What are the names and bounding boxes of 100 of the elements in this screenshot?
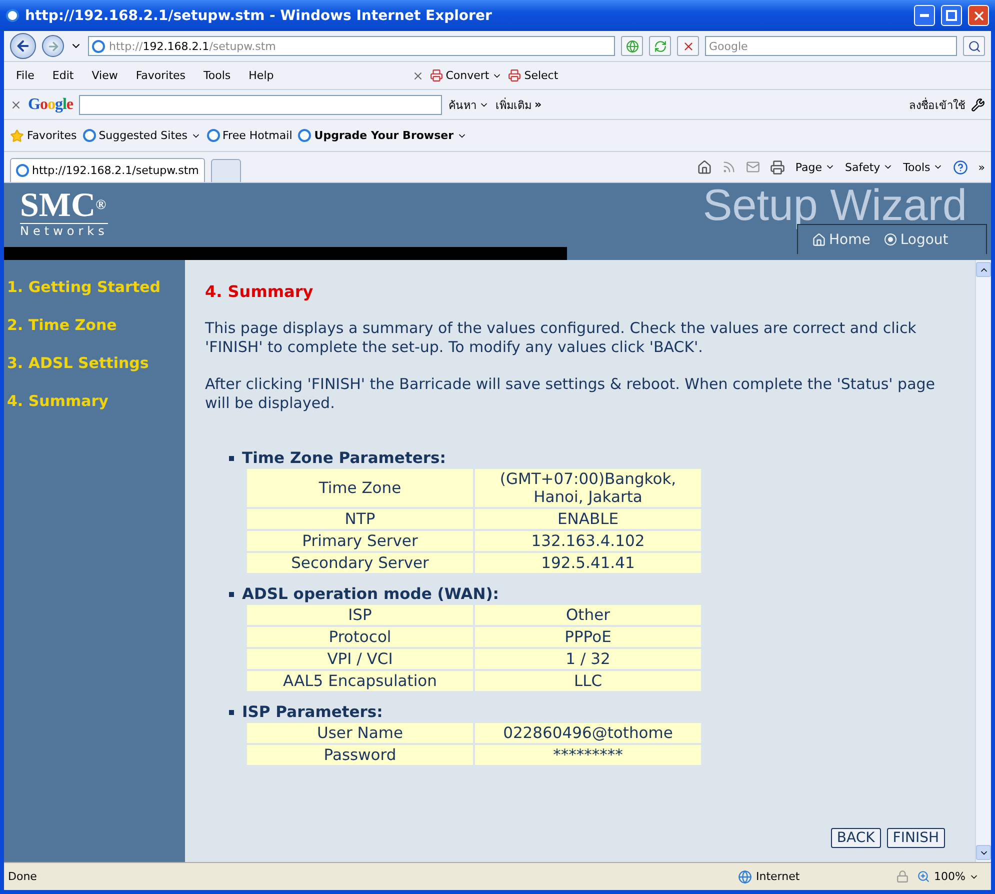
search-icon [968,40,980,52]
value-cell: 022860496@tothome [475,723,701,743]
search-field[interactable]: Google [705,36,957,56]
wizard-button[interactable]: FINISH [886,828,945,848]
value-cell: (GMT+07:00)Bangkok, Hanoi, Jakarta [475,469,701,507]
page-icon [16,164,29,177]
label-cell: Primary Server [247,531,473,551]
window-title: http://192.168.2.1/setupw.stm - Windows Internet Explorer [25,8,493,24]
print-icon[interactable] [770,160,786,174]
bullet-icon [229,710,234,714]
page-icon [82,129,96,142]
zoom-button[interactable]: 100% [917,870,987,883]
mail-icon[interactable] [746,160,760,174]
menu-item[interactable]: File [10,69,40,82]
page-icon [206,129,220,142]
page-icon [298,129,312,142]
toolbar-button[interactable]: Convert [430,69,502,82]
search-button[interactable]: ค้นหา [448,96,490,114]
value-cell: LLC [475,671,701,691]
more-button[interactable]: » [978,160,985,174]
compatibility-button[interactable] [621,36,643,56]
settings-icon[interactable] [971,98,985,112]
protected-mode-icon[interactable] [896,870,909,883]
address-field[interactable]: http://192.168.2.1/setupw.stm [88,36,615,56]
scroll-up-button[interactable] [976,262,991,277]
help-icon[interactable] [953,160,968,174]
bullet-icon [229,592,234,596]
nav-link[interactable]: Home [812,232,870,248]
favorite-link[interactable]: Free Hotmail [206,129,292,142]
maximize-icon [946,10,957,21]
value-cell: Other [475,605,701,625]
menu-item[interactable]: Edit [46,69,80,82]
zoom-icon [917,870,930,883]
back-button[interactable] [10,33,36,59]
label-cell: User Name [247,723,473,743]
label-cell: Secondary Server [247,553,473,573]
scrollbar[interactable] [975,260,991,862]
globe-icon [738,870,752,884]
google-logo: Google [28,96,74,114]
more-button[interactable]: เพิ่มเติม » [495,96,542,114]
zone-label: Internet [738,870,888,884]
favorites-button[interactable]: Favorites [10,128,77,142]
nav-link[interactable]: Logout [884,232,948,248]
forward-arrow-icon [46,40,60,52]
scroll-down-button[interactable] [976,845,991,860]
favorite-link[interactable]: Upgrade Your Browser [298,129,467,142]
value-cell: PPPoE [475,627,701,647]
favorite-link[interactable]: Suggested Sites [82,129,201,142]
command-menu[interactable]: Page [795,160,835,174]
bullet-icon [229,456,234,460]
close-button[interactable] [968,5,989,26]
section-title: ISP Parameters: [242,703,383,721]
status-text: Done [8,870,38,883]
wizard-button[interactable]: BACK [830,828,881,848]
banner-title: Setup Wizard [702,181,967,231]
label-cell: Time Zone [247,469,473,507]
value-cell: ********* [475,745,701,765]
menu-item[interactable]: Tools [198,69,237,82]
search-button[interactable] [963,36,985,56]
maximize-button[interactable] [941,5,962,26]
label-cell: NTP [247,509,473,529]
logout-icon [884,233,898,246]
forward-button[interactable] [42,35,64,57]
home-icon [812,232,826,246]
toolbar-button[interactable]: Select [508,69,558,82]
label-cell: Password [247,745,473,765]
value-cell: 132.163.4.102 [475,531,701,551]
close-toolbar-icon[interactable] [10,98,22,110]
menu-item[interactable]: Favorites [130,69,192,82]
label-cell: AAL5 Encapsulation [247,671,473,691]
refresh-button[interactable] [649,36,671,56]
label-cell: Protocol [247,627,473,647]
value-cell: 1 / 32 [475,649,701,669]
close-toolbar-icon[interactable] [412,70,424,82]
sign-in-button[interactable]: ลงชื่อเข้าใช้ [909,96,965,114]
brand-subtitle: Networks [20,223,108,238]
stop-button[interactable] [677,36,699,56]
minimize-icon [920,14,929,17]
globe-icon [626,40,638,52]
command-menu[interactable]: Safety [844,160,894,174]
refresh-icon [654,40,666,52]
page-icon [92,40,105,52]
paragraph: After clicking 'FINISH' the Barricade will save settings & reboot. When complete the 'Status' page will be displayed. [205,375,936,413]
feed-icon[interactable] [722,160,736,174]
brand-logo: SMC® [20,189,108,223]
menu-item[interactable]: Help [242,69,280,82]
section-title: ADSL operation mode (WAN): [242,585,499,603]
value-cell: 192.5.41.41 [475,553,701,573]
google-search-field[interactable] [79,94,442,114]
stop-icon [682,40,694,52]
label-cell: ISP [247,605,473,625]
label-cell: VPI / VCI [247,649,473,669]
section-title: Time Zone Parameters: [242,449,446,467]
paragraph: This page displays a summary of the values configured. Check the values are correct and click 'FINISH' to complete the set-up. To modify any values click 'BACK'. [205,319,918,357]
minimize-button[interactable] [914,5,935,26]
value-cell: ENABLE [475,509,701,529]
home-icon[interactable] [697,160,712,174]
menu-item[interactable]: View [86,69,124,82]
browser-tab[interactable]: http://192.168.2.1/setupw.stm [10,158,205,182]
command-menu[interactable]: Tools [903,160,944,174]
